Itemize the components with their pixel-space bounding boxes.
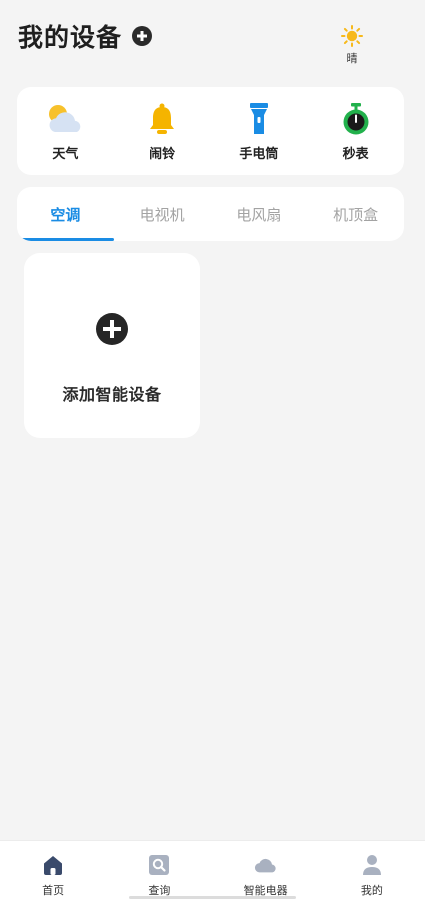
- tool-label: 天气: [52, 146, 79, 162]
- tool-label: 闹铃: [149, 146, 176, 162]
- nav-item-smart-appliances[interactable]: 智能电器: [213, 841, 319, 900]
- flashlight-icon: [239, 101, 279, 137]
- device-category-tabs: 空调 电视机 电风扇 机顶盒: [17, 187, 404, 241]
- page-header: 我的设备: [18, 18, 153, 54]
- nav-label: 首页: [42, 884, 65, 897]
- bell-icon: [142, 101, 182, 137]
- nav-item-profile[interactable]: 我的: [319, 841, 425, 900]
- add-device-label: 添加智能设备: [62, 385, 162, 404]
- cloud-icon: [254, 853, 278, 877]
- weather-label: 晴: [346, 52, 358, 65]
- bottom-navigation: 首页 查询 智能电器 我的: [0, 840, 425, 900]
- weather-icon: [45, 101, 85, 137]
- tab-television[interactable]: 电视机: [114, 187, 211, 241]
- tool-alarm[interactable]: 闹铃: [122, 101, 202, 162]
- weather-status[interactable]: 晴: [336, 25, 368, 66]
- home-icon: [41, 853, 65, 877]
- tool-label: 手电筒: [239, 146, 279, 162]
- nav-label: 我的: [360, 884, 383, 897]
- tool-label: 秒表: [342, 146, 369, 162]
- tools-panel: 天气 闹铃 手电筒 秒表: [17, 87, 404, 175]
- nav-item-home[interactable]: 首页: [0, 841, 106, 900]
- add-smart-device-card[interactable]: 添加智能设备: [24, 253, 200, 438]
- tool-stopwatch[interactable]: 秒表: [316, 101, 396, 162]
- page-title: 我的设备: [18, 23, 123, 52]
- tool-weather[interactable]: 天气: [25, 101, 105, 162]
- user-icon: [360, 853, 384, 877]
- tab-set-top-box[interactable]: 机顶盒: [307, 187, 404, 241]
- sun-icon: [341, 25, 363, 47]
- tab-air-conditioner[interactable]: 空调: [17, 187, 114, 241]
- search-icon: [147, 853, 171, 877]
- nav-item-search[interactable]: 查询: [106, 841, 212, 900]
- stopwatch-icon: [336, 101, 376, 137]
- plus-circle-icon: [96, 313, 128, 345]
- tab-electric-fan[interactable]: 电风扇: [211, 187, 308, 241]
- add-device-button[interactable]: [132, 26, 153, 46]
- tool-flashlight[interactable]: 手电筒: [219, 101, 299, 162]
